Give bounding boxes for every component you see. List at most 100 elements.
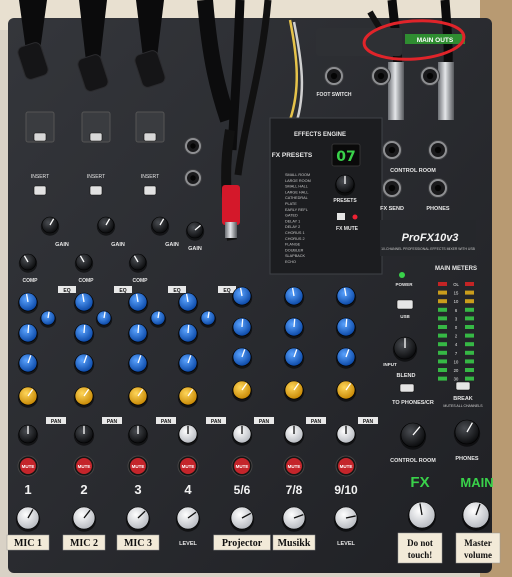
eq-mid-knob[interactable]: [127, 323, 149, 345]
to-phones-button[interactable]: [399, 383, 415, 393]
master-tape-text: volume: [464, 550, 492, 560]
fx-mute-button[interactable]: [337, 213, 345, 220]
level-knob[interactable]: [333, 506, 359, 532]
eq-hi-knob[interactable]: [73, 292, 95, 314]
eq-low-knob[interactable]: [231, 347, 253, 369]
main-master-knob[interactable]: [461, 501, 491, 531]
eq-hi-knob[interactable]: [177, 292, 199, 314]
pan-knob[interactable]: [73, 424, 95, 446]
hi-z-switch[interactable]: [89, 132, 103, 142]
fx-send-knob[interactable]: [283, 380, 305, 402]
line-in-jack[interactable]: [184, 169, 202, 187]
preset-list-item: DELAY 2: [285, 225, 300, 229]
eq-mid-knob[interactable]: [73, 323, 95, 345]
line-in-jack[interactable]: [184, 137, 202, 155]
eq-mid-knob[interactable]: [177, 323, 199, 345]
eq-hi-knob[interactable]: [283, 286, 305, 308]
fx-send-knob[interactable]: [17, 386, 39, 408]
pan-knob[interactable]: [335, 424, 357, 446]
label-tape-text: Projector: [222, 538, 263, 549]
level-knob[interactable]: [175, 506, 201, 532]
comp-knob[interactable]: [128, 253, 148, 273]
main-out-xlr-left[interactable]: [371, 66, 391, 86]
eq-hi-knob[interactable]: [127, 292, 149, 314]
blend-knob[interactable]: [392, 336, 418, 362]
usb-label: USB: [400, 314, 410, 319]
control-room-jack-right[interactable]: [428, 140, 448, 160]
fx-send-knob[interactable]: [177, 386, 199, 408]
eq-hi-knob[interactable]: [17, 292, 39, 314]
gain-knob[interactable]: [150, 216, 170, 236]
comp-knob[interactable]: [74, 253, 94, 273]
eq-low-knob[interactable]: [177, 353, 199, 375]
control-room-knob[interactable]: [399, 422, 427, 450]
eq-freq-knob[interactable]: [149, 310, 167, 328]
meter-segment-left: [438, 299, 447, 304]
meter-segment-right: [465, 325, 474, 329]
pan-knob[interactable]: [127, 424, 149, 446]
eq-mid-knob[interactable]: [231, 317, 253, 339]
eq-low-knob[interactable]: [335, 347, 357, 369]
gain-label: GAIN: [165, 242, 179, 248]
pan-label: PAN: [259, 419, 270, 425]
phones-jack[interactable]: [428, 178, 448, 198]
channel-number: 9/10: [334, 483, 358, 497]
low-cut-button[interactable]: [33, 185, 47, 196]
gain-knob[interactable]: [185, 221, 205, 241]
eq-freq-knob[interactable]: [199, 310, 217, 328]
break-button[interactable]: [455, 381, 471, 391]
level-knob[interactable]: [15, 506, 41, 532]
gain-label: GAIN: [55, 242, 69, 248]
low-cut-button[interactable]: [89, 185, 103, 196]
fx-send-knob[interactable]: [335, 380, 357, 402]
mute-label: MUTE: [132, 464, 145, 469]
comp-label: COMP: [23, 278, 39, 284]
hi-z-switch[interactable]: [143, 132, 157, 142]
insert-label: INSERT: [141, 174, 159, 180]
control-room-jack-left[interactable]: [382, 140, 402, 160]
pan-knob[interactable]: [283, 424, 305, 446]
low-cut-button[interactable]: [143, 185, 157, 196]
phones-knob[interactable]: [453, 419, 481, 447]
fx-master-knob[interactable]: [407, 501, 437, 531]
main-out-xlr-right[interactable]: [420, 66, 440, 86]
eq-low-knob[interactable]: [17, 353, 39, 375]
preset-list-item: PLATE: [285, 202, 297, 206]
eq-hi-knob[interactable]: [335, 286, 357, 308]
fx-send-jack[interactable]: [382, 178, 402, 198]
eq-freq-knob[interactable]: [39, 310, 57, 328]
usb-button[interactable]: [396, 299, 414, 310]
eq-mid-knob[interactable]: [283, 317, 305, 339]
pan-knob[interactable]: [17, 424, 39, 446]
presets-knob[interactable]: [334, 174, 356, 196]
pan-knob[interactable]: [231, 424, 253, 446]
eq-low-knob[interactable]: [283, 347, 305, 369]
eq-low-knob[interactable]: [127, 353, 149, 375]
level-knob[interactable]: [71, 506, 97, 532]
meter-segment-left: [438, 376, 447, 381]
preset-list-item: GATED: [285, 214, 298, 218]
phones-knob-label: PHONES: [455, 456, 479, 462]
fx-send-knob[interactable]: [231, 380, 253, 402]
eq-hi-knob[interactable]: [231, 286, 253, 308]
pan-knob[interactable]: [177, 424, 199, 446]
fx-send-knob[interactable]: [73, 386, 95, 408]
level-knob[interactable]: [125, 506, 151, 532]
level-knob[interactable]: [281, 506, 307, 532]
level-knob[interactable]: [229, 506, 255, 532]
mute-label: MUTE: [182, 464, 195, 469]
fx-send-knob[interactable]: [127, 386, 149, 408]
meter-segment-left: [438, 342, 447, 347]
gain-knob[interactable]: [40, 216, 60, 236]
gain-knob[interactable]: [96, 216, 116, 236]
insert-label: INSERT: [87, 174, 105, 180]
eq-mid-knob[interactable]: [335, 317, 357, 339]
comp-knob[interactable]: [18, 253, 38, 273]
eq-mid-knob[interactable]: [17, 323, 39, 345]
plug-tip: [225, 222, 237, 238]
foot-switch-jack[interactable]: [324, 66, 344, 86]
eq-freq-knob[interactable]: [95, 310, 113, 328]
hi-z-switch[interactable]: [33, 132, 47, 142]
footswitch-panel: [316, 28, 402, 56]
eq-low-knob[interactable]: [73, 353, 95, 375]
